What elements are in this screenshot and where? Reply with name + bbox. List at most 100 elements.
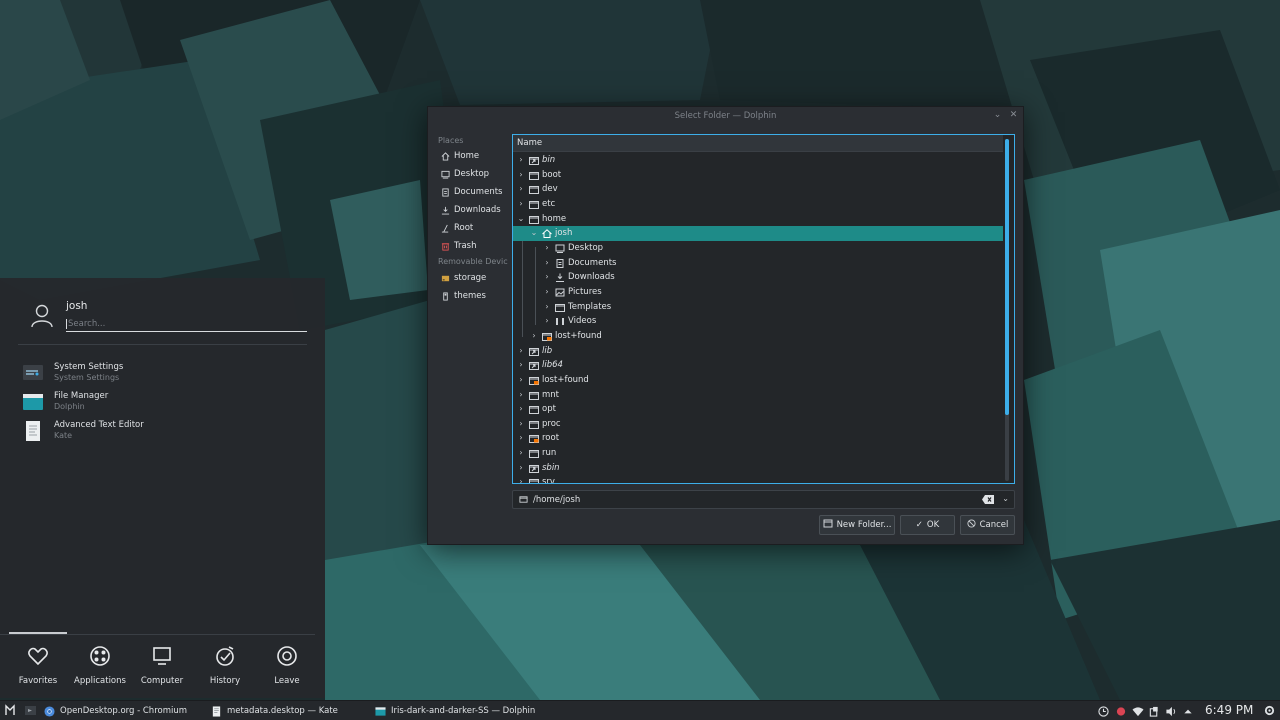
expand-chevron-icon[interactable]: › [517, 168, 525, 183]
favorite-subtitle: Kate [54, 431, 73, 440]
tab-leave[interactable]: Leave [256, 642, 318, 692]
expand-chevron-icon[interactable]: › [543, 241, 551, 256]
place-desktop[interactable]: Desktop [436, 165, 518, 183]
place-trash[interactable]: Trash [436, 237, 518, 255]
task-kate[interactable]: metadata.desktop — Kate [211, 701, 338, 720]
expand-chevron-icon[interactable]: › [517, 373, 525, 388]
tree-row[interactable]: › dev [513, 182, 1003, 197]
tree-row[interactable]: › Desktop [513, 241, 1003, 256]
tree-row[interactable]: › root [513, 431, 1003, 446]
expand-chevron-icon[interactable]: › [543, 300, 551, 315]
expand-chevron-icon[interactable]: › [543, 314, 551, 329]
path-combobox[interactable]: /home/josh ⌄ [512, 490, 1015, 509]
application-launcher-icon[interactable] [4, 704, 17, 717]
clear-text-icon[interactable] [982, 495, 994, 507]
expand-chevron-icon[interactable]: › [517, 475, 525, 483]
search-placeholder: Search... [68, 319, 106, 329]
expand-chevron-icon[interactable]: › [543, 285, 551, 300]
tree-row[interactable]: › proc [513, 417, 1003, 432]
expand-chevron-icon[interactable]: › [517, 197, 525, 212]
expand-chevron-icon[interactable]: › [517, 417, 525, 432]
folder-icon [529, 479, 539, 483]
clipboard-history-icon[interactable] [1098, 705, 1109, 717]
tree-row[interactable]: › Videos [513, 314, 1003, 329]
expand-chevron-icon[interactable]: › [517, 153, 525, 168]
tree-row[interactable]: › Documents [513, 256, 1003, 271]
select-folder-dialog: Select Folder — Dolphin ⌄ ✕ Places Home … [427, 106, 1024, 545]
tab-favorites[interactable]: Favorites [7, 642, 69, 692]
favorite-text-editor[interactable]: Advanced Text Editor Kate [22, 418, 302, 446]
tree-row[interactable]: › lost+found [513, 329, 1003, 344]
document-icon [212, 705, 221, 717]
place-storage[interactable]: storage [436, 269, 518, 287]
ok-button[interactable]: ✓ OK [900, 515, 955, 535]
tree-row[interactable]: › run [513, 446, 1003, 461]
tab-applications[interactable]: Applications [69, 642, 131, 692]
tab-computer[interactable]: Computer [131, 642, 193, 692]
wifi-icon[interactable] [1132, 706, 1144, 717]
search-input[interactable]: Search... [66, 316, 307, 332]
expand-chevron-icon[interactable]: › [517, 431, 525, 446]
tree-row[interactable]: › boot [513, 168, 1003, 183]
volume-icon[interactable] [1165, 706, 1177, 717]
expand-chevron-icon[interactable]: › [543, 270, 551, 285]
place-home[interactable]: Home [436, 147, 518, 165]
devices-icon[interactable] [1149, 706, 1159, 717]
tree-row[interactable]: › lib64 [513, 358, 1003, 373]
expand-chevron-icon[interactable]: › [517, 358, 525, 373]
expand-chevron-icon[interactable]: › [517, 461, 525, 476]
close-icon[interactable]: ✕ [1008, 110, 1019, 121]
favorite-file-manager[interactable]: File Manager Dolphin [22, 389, 302, 417]
expand-chevron-icon[interactable]: › [530, 329, 538, 344]
taskbar: OpenDesktop.org - Chromium metadata.desk… [0, 700, 1280, 720]
expand-tray-icon[interactable] [1183, 706, 1193, 717]
task-dolphin[interactable]: Iris-dark-and-darker-SS — Dolphin [375, 701, 535, 720]
place-root[interactable]: Root [436, 219, 518, 237]
expand-chevron-icon[interactable]: › [517, 182, 525, 197]
scrollbar-thumb[interactable] [1005, 139, 1009, 415]
place-documents[interactable]: Documents [436, 183, 518, 201]
tree-row[interactable]: › lost+found [513, 373, 1003, 388]
expand-chevron-icon[interactable]: › [517, 344, 525, 359]
place-downloads[interactable]: Downloads [436, 201, 518, 219]
tree-row[interactable]: › bin [513, 153, 1003, 168]
user-avatar-icon[interactable] [30, 302, 54, 328]
cancel-button[interactable]: Cancel [960, 515, 1015, 535]
panel-settings-icon[interactable] [1264, 705, 1275, 716]
tree-row[interactable]: › lib [513, 344, 1003, 359]
expand-chevron-icon[interactable]: › [517, 402, 525, 417]
tree-row-selected[interactable]: ⌄ josh [513, 226, 1003, 241]
task-chromium[interactable]: OpenDesktop.org - Chromium [44, 701, 187, 720]
tree-row[interactable]: › etc [513, 197, 1003, 212]
tree-row[interactable]: ⌄ home [513, 212, 1003, 227]
tree-scrollbar[interactable] [1005, 139, 1009, 481]
dialog-titlebar[interactable]: Select Folder — Dolphin ⌄ ✕ [428, 107, 1023, 125]
new-folder-button[interactable]: New Folder... [819, 515, 895, 535]
folder-icon [529, 200, 539, 209]
notification-alert-icon[interactable] [1116, 706, 1126, 717]
expand-chevron-icon[interactable]: › [517, 446, 525, 461]
tree-row[interactable]: › Pictures [513, 285, 1003, 300]
place-themes[interactable]: themes [436, 287, 518, 305]
tree-row[interactable]: › opt [513, 402, 1003, 417]
show-desktop-icon[interactable] [24, 704, 37, 717]
clock[interactable]: 6:49 PM [1205, 703, 1253, 717]
collapse-chevron-icon[interactable]: ⌄ [517, 212, 525, 227]
name-column-header[interactable]: Name [513, 135, 1003, 152]
tree-row[interactable]: › srv [513, 475, 1003, 483]
chevron-down-icon[interactable]: ⌄ [1002, 494, 1009, 503]
expand-chevron-icon[interactable]: › [543, 256, 551, 271]
tree-row-label: root [542, 433, 560, 444]
folder-tree-view[interactable]: Name › bin › boot › dev › etc ⌄ home ⌄ josh › Desktop… [512, 134, 1015, 484]
favorite-subtitle: System Settings [54, 373, 120, 382]
favorite-system-settings[interactable]: System Settings System Settings [22, 360, 302, 388]
tree-row[interactable]: › sbin [513, 461, 1003, 476]
tree-row[interactable]: › Downloads [513, 270, 1003, 285]
tree-row[interactable]: › Templates [513, 300, 1003, 315]
expand-chevron-icon[interactable]: › [517, 388, 525, 403]
tab-history[interactable]: History [194, 642, 256, 692]
collapse-chevron-icon[interactable]: ⌄ [530, 226, 538, 241]
minimize-chevron-icon[interactable]: ⌄ [992, 110, 1003, 121]
tree-row[interactable]: › mnt [513, 388, 1003, 403]
tree-row-label: lib [542, 345, 553, 356]
